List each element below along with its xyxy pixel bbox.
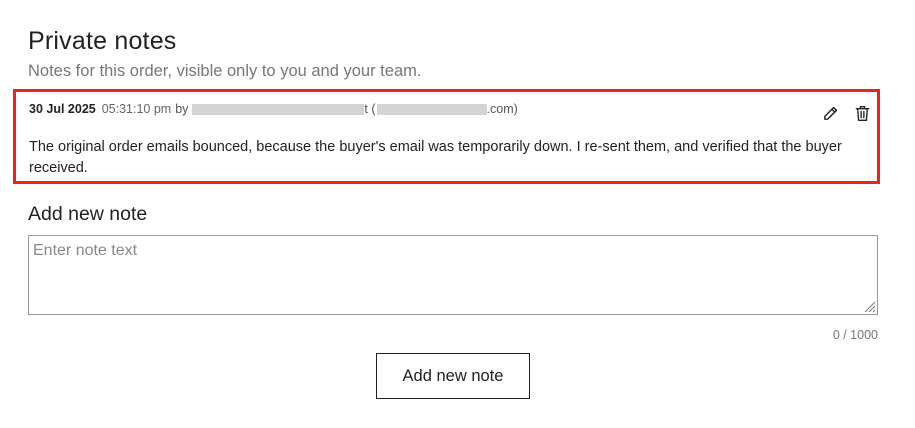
add-new-note-button[interactable]: Add new note bbox=[376, 353, 530, 399]
note-actions bbox=[821, 104, 871, 122]
note-body: The original order emails bounced, becau… bbox=[29, 139, 842, 176]
note-date: 30 Jul 2025 bbox=[29, 102, 96, 116]
note-email-suffix: .com) bbox=[486, 102, 518, 116]
trash-icon bbox=[855, 105, 869, 121]
edit-note-button[interactable] bbox=[821, 104, 839, 122]
redacted-author-name bbox=[192, 103, 365, 115]
page-subtitle: Notes for this order, visible only to yo… bbox=[28, 62, 422, 80]
note-by-label: by bbox=[175, 102, 189, 116]
page-title: Private notes bbox=[28, 27, 177, 55]
resize-handle-icon[interactable] bbox=[863, 300, 876, 313]
add-note-heading: Add new note bbox=[28, 203, 148, 225]
note-time: 05:31:10 pm bbox=[101, 102, 172, 116]
character-counter: 0 / 1000 bbox=[832, 328, 878, 342]
redacted-author-email bbox=[376, 103, 487, 115]
delete-note-button[interactable] bbox=[853, 104, 871, 122]
note-meta: 30 Jul 2025 05:31:10 pm by t ( .com) bbox=[29, 102, 518, 116]
note-text-input[interactable] bbox=[28, 235, 878, 315]
private-notes-panel: Private notes Notes for this order, visi… bbox=[0, 0, 915, 428]
note-card: 30 Jul 2025 05:31:10 pm by t ( .com) The… bbox=[13, 89, 880, 184]
pencil-icon bbox=[823, 106, 837, 120]
note-author-suffix: t ( bbox=[364, 102, 376, 116]
